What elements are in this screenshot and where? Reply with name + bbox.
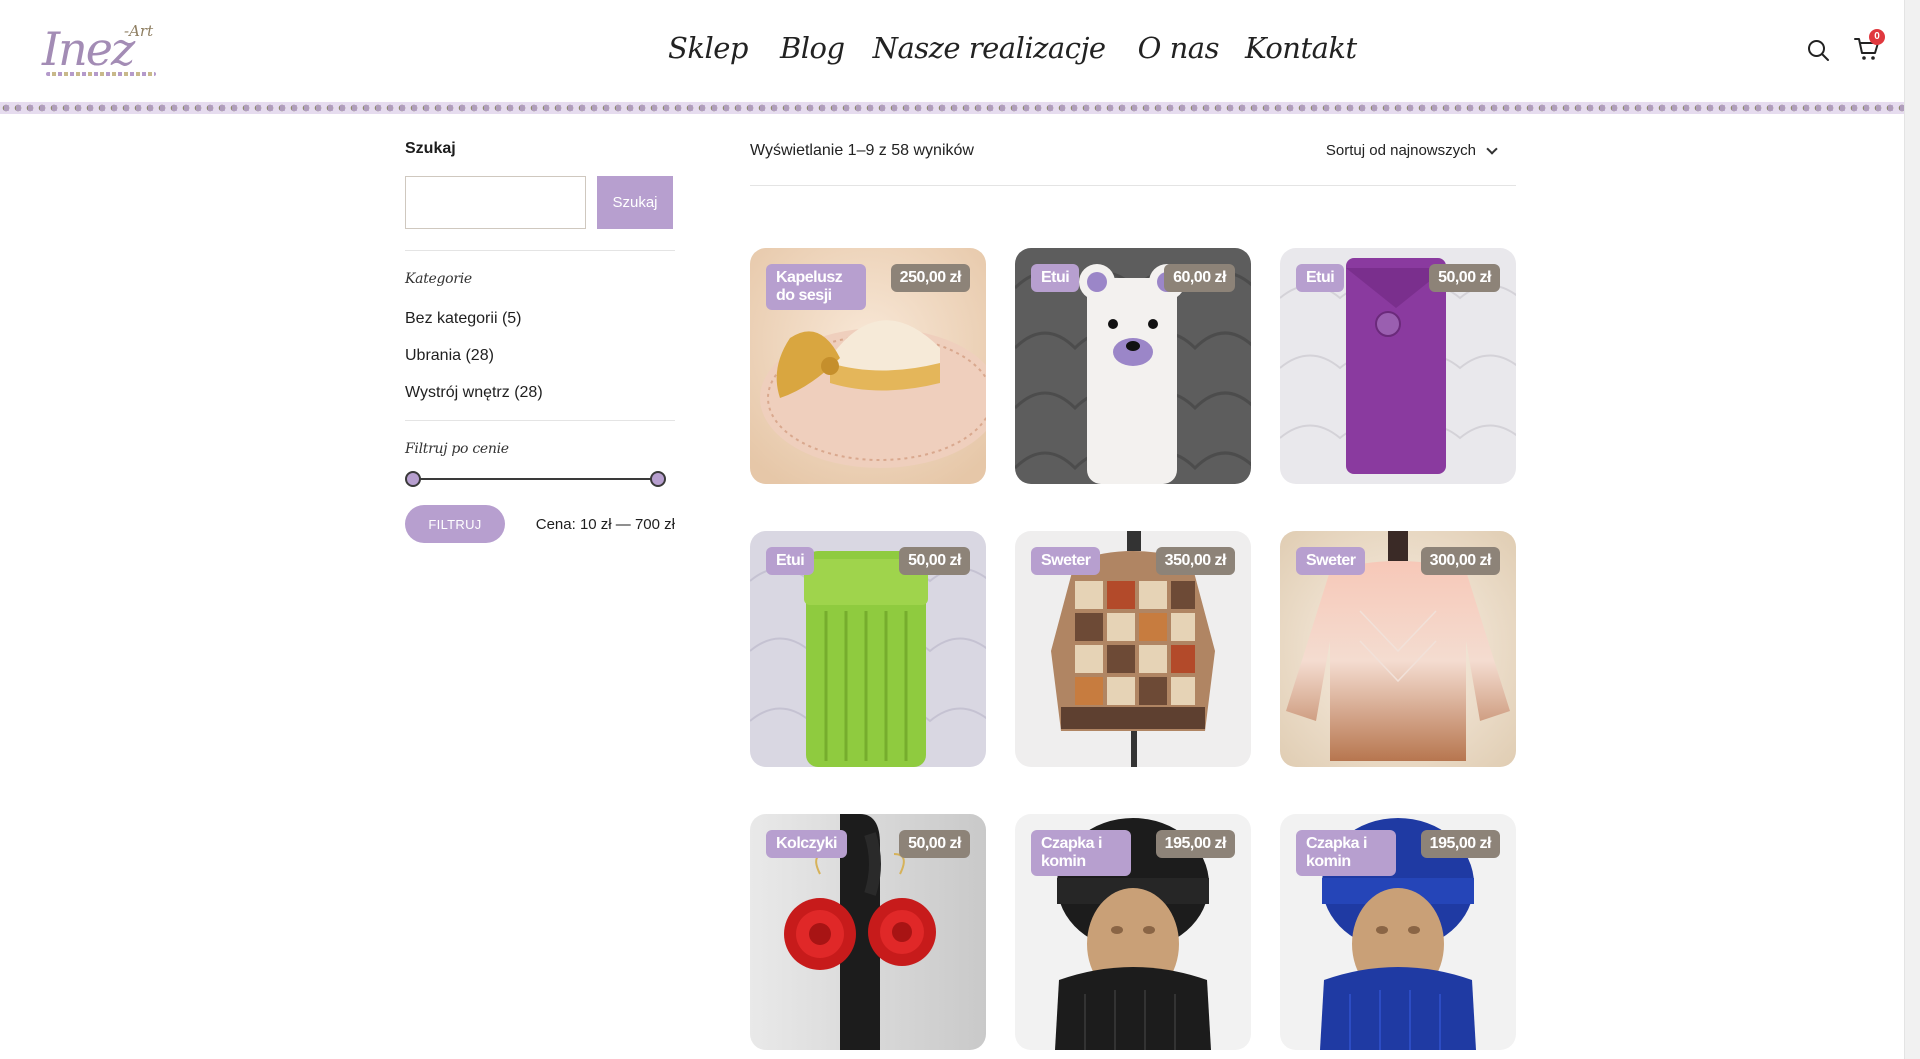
product-card[interactable]: Etui 60,00 zł — [1015, 248, 1251, 484]
chevron-down-icon — [1486, 142, 1498, 155]
nav-item-blog[interactable]: Blog — [780, 26, 845, 70]
product-price-badge: 50,00 zł — [1429, 264, 1500, 292]
filter-button[interactable]: FILTRUJ — [405, 505, 505, 543]
search-widget-title: Szukaj — [405, 140, 456, 157]
product-price-badge: 60,00 zł — [1164, 264, 1235, 292]
product-category-badge: Kapelusz do sesji — [766, 264, 866, 310]
result-count: Wyświetlanie 1–9 z 58 wyników — [750, 141, 974, 159]
nav-item-kontakt[interactable]: Kontakt — [1245, 26, 1357, 70]
product-category-badge: Etui — [1296, 264, 1345, 292]
product-category-badge: Sweter — [1031, 547, 1101, 575]
sort-dropdown[interactable]: Sortuj od najnowszych — [1325, 142, 1498, 159]
main-nav: Sklep Blog Nasze realizacje O nas Kontak… — [668, 26, 1357, 70]
slider-track — [413, 478, 658, 480]
product-price-badge: 250,00 zł — [890, 264, 970, 292]
product-card[interactable]: Sweter 300,00 zł — [1280, 531, 1516, 767]
sidebar-divider — [405, 250, 675, 251]
product-category-badge: Czapka i komin — [1296, 830, 1396, 876]
site-logo[interactable]: Inez -Art — [38, 22, 164, 80]
product-card[interactable]: Kapelusz do sesji 250,00 zł — [750, 248, 986, 484]
product-price-badge: 195,00 zł — [1155, 830, 1235, 858]
product-price-badge: 50,00 zł — [899, 547, 970, 575]
product-card[interactable]: Kolczyki 50,00 zł — [750, 814, 986, 1050]
product-card[interactable]: Czapka i komin 195,00 zł — [1015, 814, 1251, 1050]
price-filter-row: FILTRUJ Cena: 10 zł — 700 zł — [405, 505, 675, 543]
sidebar-divider — [405, 420, 675, 421]
product-card[interactable]: Etui 50,00 zł — [750, 531, 986, 767]
product-card[interactable]: Etui 50,00 zł — [1280, 248, 1516, 484]
slider-handle-max[interactable] — [650, 471, 666, 487]
product-category-badge: Kolczyki — [766, 830, 847, 858]
shop-sidebar: Szukaj Szukaj Kategorie Bez kategorii (5… — [405, 140, 675, 543]
logo-subtitle: -Art — [124, 22, 154, 40]
search-button[interactable]: Szukaj — [597, 176, 673, 229]
search-icon[interactable] — [1806, 38, 1830, 62]
category-item[interactable]: Ubrania (28) — [405, 346, 675, 366]
page-scrollbar[interactable] — [1904, 0, 1920, 1059]
logo-underline — [46, 72, 156, 76]
product-price-badge: 50,00 zł — [899, 830, 970, 858]
logo-wordmark: Inez — [42, 22, 135, 76]
search-input[interactable] — [405, 176, 586, 229]
price-range-label: Cena: 10 zł — 700 zł — [535, 515, 675, 533]
site-header: Inez -Art Sklep Blog Nasze realizacje O … — [0, 0, 1904, 102]
search-form: Szukaj — [405, 176, 675, 229]
product-card[interactable]: Czapka i komin 195,00 zł — [1280, 814, 1516, 1050]
categories-title: Kategorie — [405, 271, 472, 287]
product-area: Wyświetlanie 1–9 z 58 wyników Sortuj od … — [750, 140, 1516, 1050]
nav-item-o-nas[interactable]: O nas — [1138, 26, 1220, 70]
product-price-badge: 195,00 zł — [1420, 830, 1500, 858]
category-list: Bez kategorii (5) Ubrania (28) Wystrój w… — [405, 309, 675, 403]
shop-toolbar: Wyświetlanie 1–9 z 58 wyników Sortuj od … — [750, 140, 1516, 186]
slider-handle-min[interactable] — [405, 471, 421, 487]
nav-item-sklep[interactable]: Sklep — [668, 26, 748, 70]
product-category-badge: Sweter — [1296, 547, 1366, 575]
product-card[interactable]: Sweter 350,00 zł — [1015, 531, 1251, 767]
product-price-badge: 300,00 zł — [1420, 547, 1500, 575]
product-price-badge: 350,00 zł — [1155, 547, 1235, 575]
product-category-badge: Etui — [766, 547, 815, 575]
decorative-border — [0, 102, 1904, 114]
category-item[interactable]: Wystrój wnętrz (28) — [405, 383, 675, 403]
product-category-badge: Czapka i komin — [1031, 830, 1131, 876]
price-filter-title: Filtruj po cenie — [405, 441, 509, 457]
sort-label: Sortuj od najnowszych — [1325, 142, 1476, 159]
cart-count-badge: 0 — [1869, 29, 1885, 45]
nav-item-realizacje[interactable]: Nasze realizacje — [873, 26, 1107, 70]
category-item[interactable]: Bez kategorii (5) — [405, 309, 675, 329]
product-category-badge: Etui — [1031, 264, 1080, 292]
price-range-slider[interactable] — [405, 471, 666, 487]
